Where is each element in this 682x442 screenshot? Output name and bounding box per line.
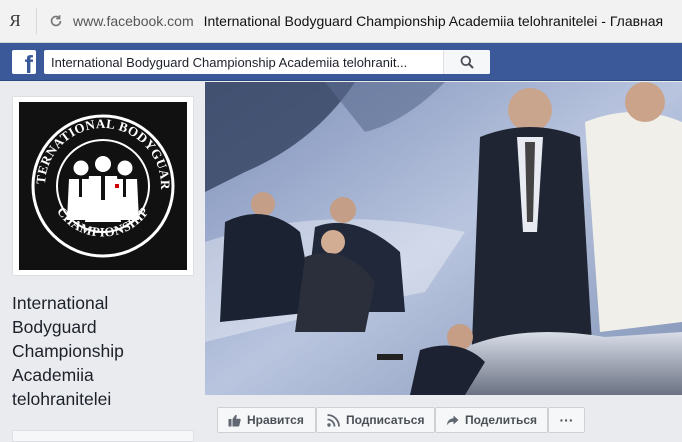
- follow-button-label: Подписаться: [346, 413, 425, 427]
- search-icon: [460, 55, 474, 69]
- like-button-label: Нравится: [247, 413, 304, 427]
- follow-button[interactable]: Подписаться: [316, 407, 435, 433]
- left-column-card: [12, 430, 194, 442]
- address-bar-page-title[interactable]: International Bodyguard Championship Aca…: [204, 13, 664, 29]
- cover-photo[interactable]: [205, 82, 682, 395]
- bodyguard-championship-logo: INTERNATIONAL BODYGUARD CHAMPIONSHIP: [19, 102, 187, 270]
- browser-toolbar: Я www.facebook.com International Bodygua…: [0, 0, 682, 43]
- share-button[interactable]: Поделиться: [435, 407, 548, 433]
- facebook-logo-icon[interactable]: f: [12, 50, 36, 74]
- page-action-bar: Нравится Подписаться Поделиться ···: [205, 395, 682, 435]
- share-arrow-icon: [445, 413, 459, 427]
- search-button[interactable]: [443, 50, 490, 74]
- facebook-search-box[interactable]: International Bodyguard Championship Aca…: [44, 50, 490, 74]
- reload-icon[interactable]: [45, 10, 67, 32]
- search-input[interactable]: International Bodyguard Championship Aca…: [51, 55, 441, 70]
- toolbar-divider: [36, 8, 37, 34]
- rss-feed-icon: [326, 413, 340, 427]
- yandex-logo[interactable]: Я: [4, 11, 26, 31]
- page-title[interactable]: International Bodyguard Championship Aca…: [12, 291, 192, 411]
- more-options-label: ···: [559, 412, 574, 428]
- page-profile-picture[interactable]: INTERNATIONAL BODYGUARD CHAMPIONSHIP: [12, 96, 194, 276]
- share-button-label: Поделиться: [465, 413, 538, 427]
- more-options-button[interactable]: ···: [548, 407, 585, 433]
- thumbs-up-icon: [227, 413, 241, 427]
- cover-image: [205, 82, 682, 395]
- bodyguard-figures: [67, 156, 139, 222]
- address-bar-domain[interactable]: www.facebook.com: [73, 13, 194, 29]
- facebook-logo-letter: f: [24, 51, 33, 75]
- facebook-top-bar: f International Bodyguard Championship A…: [0, 43, 682, 81]
- like-button[interactable]: Нравится: [217, 407, 316, 433]
